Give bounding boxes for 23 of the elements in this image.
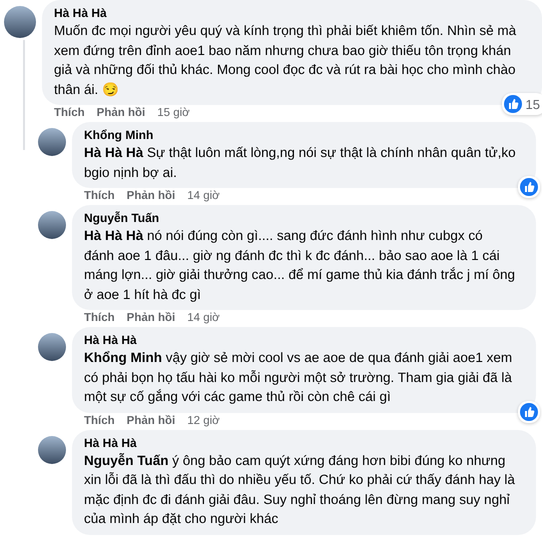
like-count: 15: [526, 96, 541, 112]
reply-text: Hà Hà Hà nó nói đúng còn gì.... sang đức đánh hình như cubgx có đánh aoe 1 đâu... giờ ng đánh đc thì k đc đánh... bảo sao aoe là 1 cái máng lợn... giờ giải thưởng cao... để mí game thủ kia đánh trắc j mí ông ở aoe 1 hít hà đc gì: [84, 227, 516, 304]
reply-text: Hà Hà Hà Sự thật luôn mất lòng,ng nói sự thật là chính nhân quân tử,ko bgio nịnh bợ ai.: [84, 144, 516, 182]
reply-text: Nguyễn Tuấn ý ông bảo cam quýt xứng đáng hơn bibi đúng ko nhưng xin lỗi đã là thì đấu thì do nhiều yếu tố. Chứ ko phải cứ thấy đánh hay là mặc định đc đi đánh giải đâu. Suy nghỉ thoáng lên đừng mang suy nghỉ của mình áp đặt cho người khác: [84, 452, 516, 528]
timestamp: 14 giờ: [187, 189, 220, 204]
timestamp: 15 giờ: [157, 106, 190, 121]
action-link[interactable]: Phản hồi: [126, 414, 176, 428]
author-name: Nguyễn Tuấn: [84, 210, 160, 226]
reply-text: Khổng Minh vậy giờ sẻ mời cool vs ae aoe de qua đánh giải aoe1 xem có phải bọn họ tấu hài ko mỗi người một sở trường. Tham gia giải đã là một sự cố gắng với các game thủ rồi còn chê cái gì: [84, 349, 514, 406]
reaction-badge[interactable]: 15: [502, 93, 542, 115]
action-link[interactable]: Phản hồi: [126, 189, 176, 204]
author-name: Khổng Minh: [84, 127, 154, 143]
action-link[interactable]: Thích: [84, 311, 115, 326]
action-link[interactable]: Phản hồi: [126, 311, 176, 326]
action-link[interactable]: Phản hồi: [96, 106, 146, 121]
author-name: Hà Hà Hà: [84, 434, 138, 450]
action-link[interactable]: Thích: [84, 189, 115, 204]
timestamp: 14 giờ: [187, 311, 220, 326]
timestamp: 12 giờ: [187, 414, 220, 428]
action-link[interactable]: Thích: [84, 414, 115, 428]
author-name: Hà Hà Hà: [84, 332, 138, 348]
author-name: Hà Hà Hà: [54, 5, 108, 21]
action-link[interactable]: Thích: [54, 106, 85, 121]
